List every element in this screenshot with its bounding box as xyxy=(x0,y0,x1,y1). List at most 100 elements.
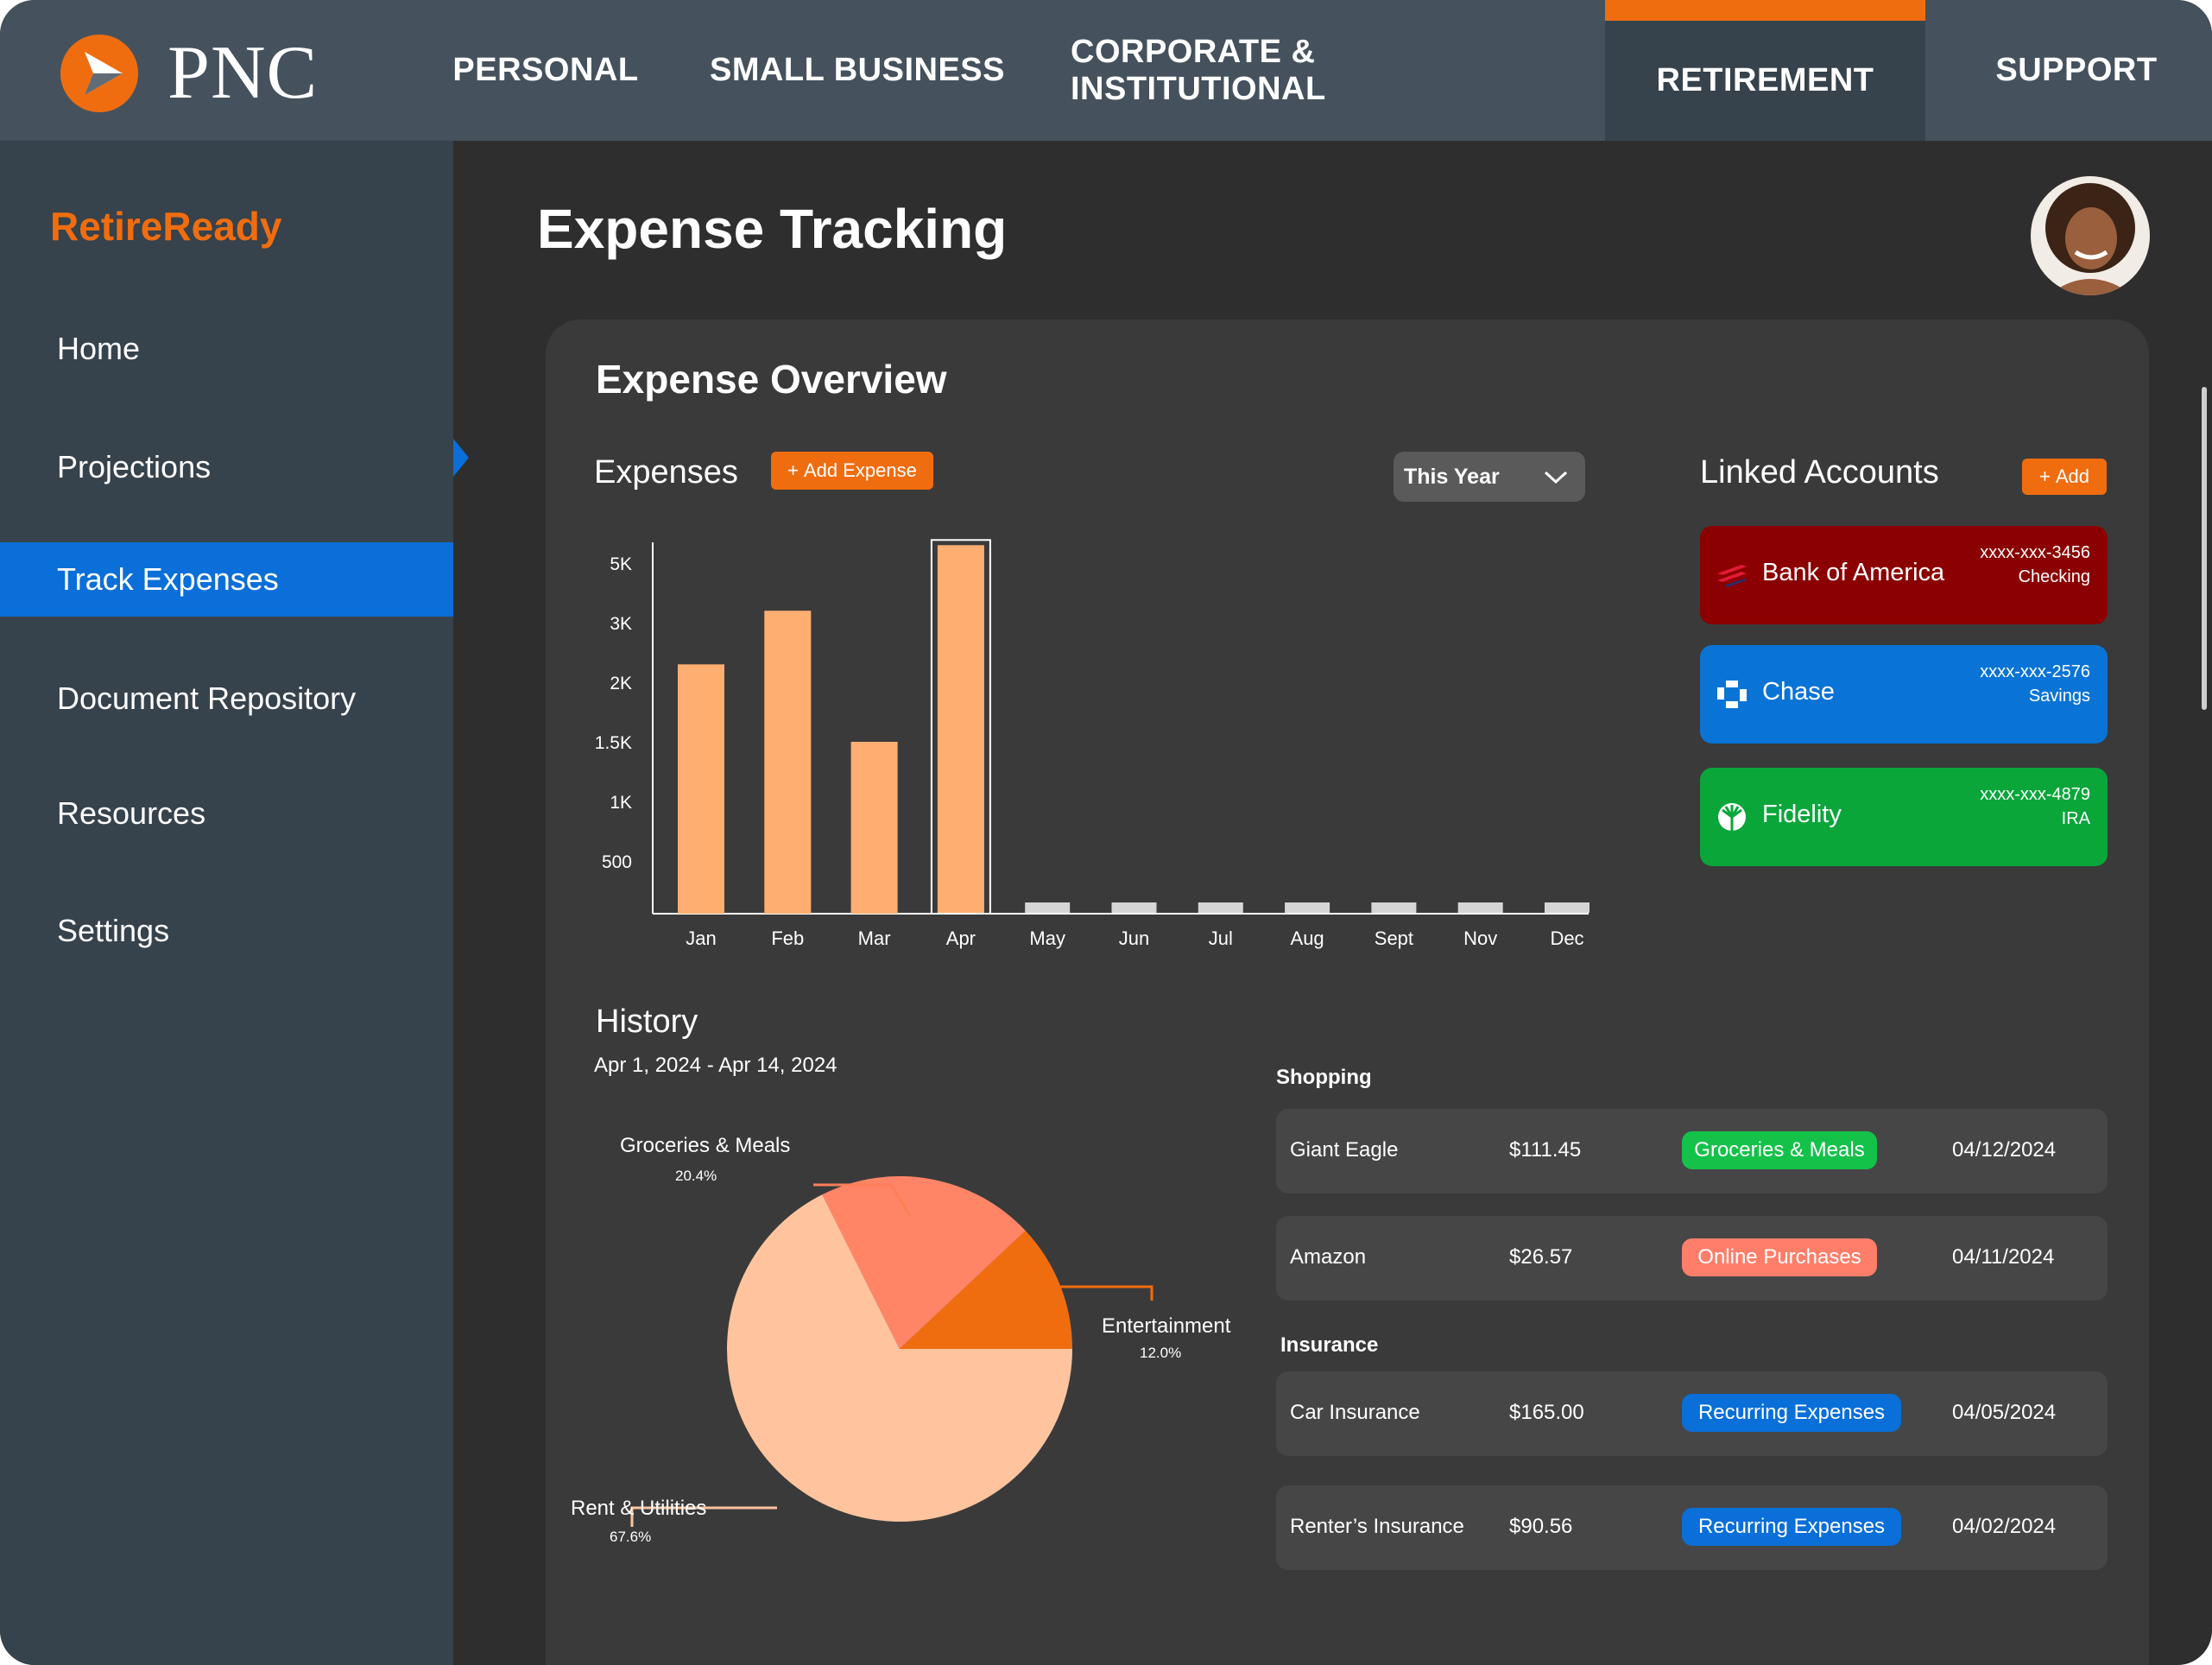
bar-empty[interactable] xyxy=(1545,902,1589,913)
bar-nov[interactable]: Nov xyxy=(1457,902,1503,949)
pie-pct-groceries: 20.4% xyxy=(675,1168,717,1184)
history-date-range: Apr 1, 2024 - Apr 14, 2024 xyxy=(594,1054,837,1077)
account-card-chase[interactable]: Chase xxxx-xxx-2576 Savings xyxy=(1700,645,2108,744)
expenses-bar-chart: 500 1K 1.5K 2K 3K 5K Jan Feb Mar Apr May Jun Jul Aug S… xyxy=(595,539,1589,949)
bar[interactable] xyxy=(937,545,984,914)
bar-may[interactable]: May xyxy=(1025,902,1071,949)
transaction-row[interactable]: Giant Eagle $111.45 Groceries & Meals 04… xyxy=(1276,1109,2108,1193)
account-name: Fidelity xyxy=(1762,801,1842,828)
add-expense-button[interactable]: + Add Expense xyxy=(771,452,933,490)
tx-category-tag[interactable]: Recurring Expenses xyxy=(1682,1394,1901,1432)
tx-merchant: Amazon xyxy=(1290,1245,1367,1269)
transaction-row[interactable]: Amazon $26.57 Online Purchases 04/11/202… xyxy=(1276,1216,2108,1301)
tx-amount: $111.45 xyxy=(1509,1138,1582,1162)
bar-jun[interactable]: Jun xyxy=(1111,902,1157,949)
bar-apr[interactable]: Apr xyxy=(930,539,991,949)
avatar-icon xyxy=(2031,176,2150,295)
x-tick-label: Nov xyxy=(1463,927,1497,949)
nav-support[interactable]: SUPPORT xyxy=(1986,0,2167,141)
bar-mar[interactable]: Mar xyxy=(850,742,898,949)
bar-jan[interactable]: Jan xyxy=(678,664,724,949)
group-label-shopping: Shopping xyxy=(1276,1066,1372,1089)
account-type: Checking xyxy=(2018,567,2090,586)
nav-personal[interactable]: PERSONAL xyxy=(449,0,642,141)
account-number: xxxx-xxx-3456 xyxy=(1980,543,2090,562)
user-avatar[interactable] xyxy=(2031,176,2150,295)
tx-category-tag[interactable]: Groceries & Meals xyxy=(1682,1131,1877,1169)
logo-text: PNC xyxy=(167,31,319,115)
nav-retirement[interactable]: RETIREMENT xyxy=(1605,0,1925,141)
x-tick-label: Feb xyxy=(771,927,804,949)
period-dropdown[interactable]: This Year xyxy=(1394,452,1585,502)
tx-date: 04/05/2024 xyxy=(1952,1401,2057,1424)
app-window: PNC PERSONAL SMALL BUSINESS CORPORATE & … xyxy=(0,0,2212,1665)
transaction-row[interactable]: Renter’s Insurance $90.56 Recurring Expe… xyxy=(1276,1485,2108,1570)
x-tick-label: Jan xyxy=(686,927,716,949)
bar-empty[interactable] xyxy=(1198,902,1243,913)
scrollbar-thumb[interactable] xyxy=(2202,387,2207,710)
sidebar-item-home[interactable]: Home xyxy=(0,312,453,386)
tx-merchant: Giant Eagle xyxy=(1290,1138,1399,1162)
sidebar: RetireReady Home Projections Track Expen… xyxy=(0,141,453,1665)
tx-amount: $90.56 xyxy=(1509,1515,1573,1538)
overview-title: Expense Overview xyxy=(596,357,947,402)
group-label-insurance: Insurance xyxy=(1280,1333,1379,1357)
x-tick-label: Sept xyxy=(1375,927,1413,949)
sidebar-item-document-repository[interactable]: Document Repository xyxy=(0,662,453,736)
app-brand-title: RetireReady xyxy=(50,204,282,249)
x-tick-label: May xyxy=(1029,927,1065,949)
y-tick-label: 5K xyxy=(610,554,632,574)
bar-empty[interactable] xyxy=(1111,902,1157,913)
add-expense-label: Add Expense xyxy=(803,459,917,481)
history-title: History xyxy=(596,1003,698,1040)
bar-feb[interactable]: Feb xyxy=(764,611,812,949)
add-account-button[interactable]: + Add xyxy=(2022,459,2107,495)
y-tick-label: 1.5K xyxy=(595,733,632,753)
bar-sept[interactable]: Sept xyxy=(1371,902,1417,949)
bar-empty[interactable] xyxy=(1285,902,1330,913)
account-name: Chase xyxy=(1762,678,1835,706)
bar-empty[interactable] xyxy=(1457,902,1503,913)
x-tick-label: Apr xyxy=(946,927,976,949)
bar-empty[interactable] xyxy=(1025,902,1071,913)
chase-logo-icon xyxy=(1717,681,1747,708)
bar-aug[interactable]: Aug xyxy=(1285,902,1330,949)
nav-corporate-institutional[interactable]: CORPORATE & INSTITUTIONAL xyxy=(1071,0,1568,141)
account-name: Bank of America xyxy=(1762,559,1945,586)
y-tick-label: 1K xyxy=(610,793,632,813)
bar[interactable] xyxy=(678,664,724,914)
pnc-logo[interactable]: PNC xyxy=(59,33,318,114)
active-indicator xyxy=(453,439,469,477)
tx-date: 04/02/2024 xyxy=(1952,1515,2057,1538)
top-nav: PNC PERSONAL SMALL BUSINESS CORPORATE & … xyxy=(0,0,2212,141)
tx-category-tag[interactable]: Recurring Expenses xyxy=(1682,1508,1901,1546)
pie-pct-rent: 67.6% xyxy=(610,1529,652,1545)
x-tick-label: Jul xyxy=(1209,927,1233,949)
add-account-label: Add xyxy=(2055,465,2089,487)
tx-amount: $26.57 xyxy=(1509,1245,1573,1269)
pie-label-rent: Rent & Utilities xyxy=(571,1497,707,1520)
account-card-fidelity[interactable]: Fidelity xxxx-xxx-4879 IRA xyxy=(1700,768,2108,866)
tx-merchant: Car Insurance xyxy=(1290,1401,1420,1424)
tx-date: 04/12/2024 xyxy=(1952,1138,2057,1162)
pie-label-groceries: Groceries & Meals xyxy=(620,1134,791,1157)
pie-label-entertainment: Entertainment xyxy=(1102,1314,1231,1338)
tx-category-tag[interactable]: Online Purchases xyxy=(1682,1238,1877,1276)
bar[interactable] xyxy=(764,611,812,914)
tx-amount: $165.00 xyxy=(1509,1401,1584,1424)
sidebar-item-track-expenses[interactable]: Track Expenses xyxy=(0,542,453,617)
bar-empty[interactable] xyxy=(1371,902,1417,913)
account-number: xxxx-xxx-4879 xyxy=(1980,785,2090,804)
nav-small-business[interactable]: SMALL BUSINESS xyxy=(708,0,1007,141)
sidebar-item-projections[interactable]: Projections xyxy=(0,430,453,504)
plus-icon: + xyxy=(2038,465,2051,487)
sidebar-item-settings[interactable]: Settings xyxy=(0,894,453,968)
period-value: This Year xyxy=(1404,464,1500,489)
account-number: xxxx-xxx-2576 xyxy=(1980,662,2090,681)
bar[interactable] xyxy=(850,742,898,914)
bar-jul[interactable]: Jul xyxy=(1198,902,1243,949)
sidebar-item-resources[interactable]: Resources xyxy=(0,776,453,851)
bar-dec[interactable]: Dec xyxy=(1545,902,1589,949)
account-card-bank-of-america[interactable]: Bank of America xxxx-xxx-3456 Checking xyxy=(1700,526,2108,624)
transaction-row[interactable]: Car Insurance $165.00 Recurring Expenses… xyxy=(1276,1371,2108,1456)
